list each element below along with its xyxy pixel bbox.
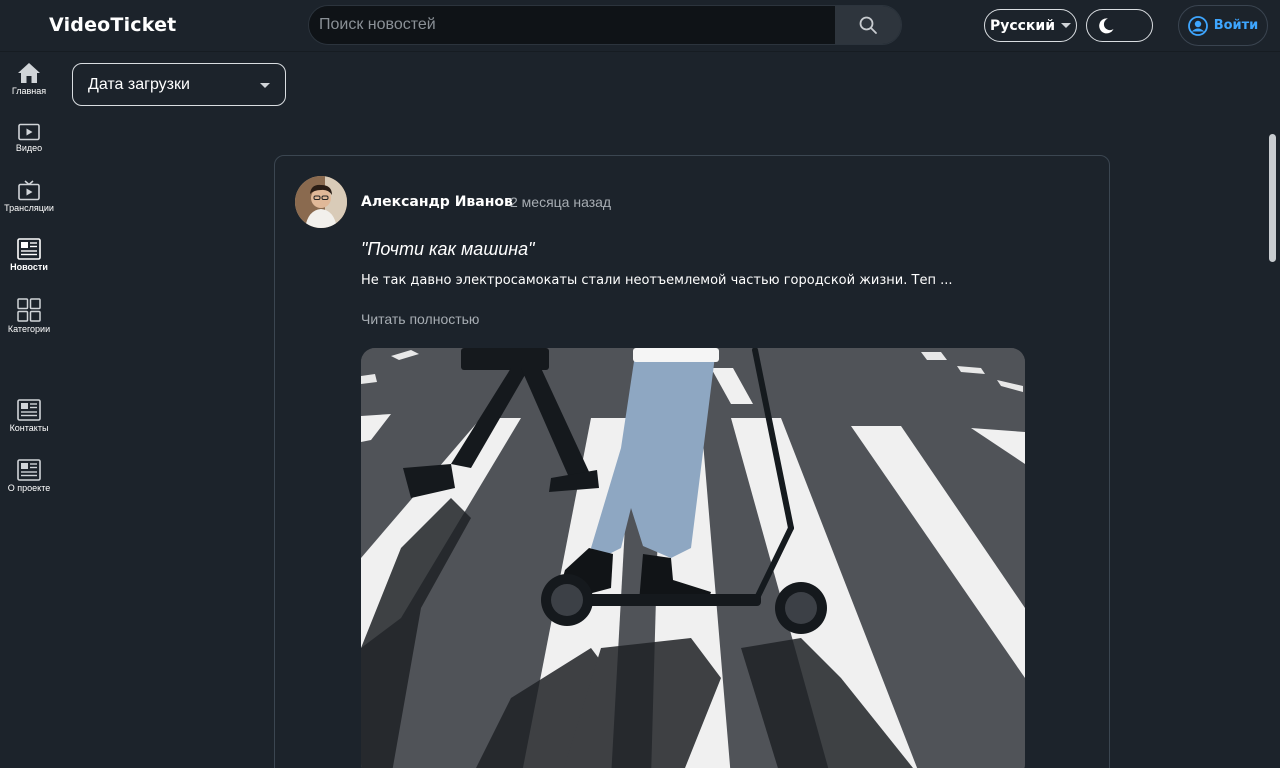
login-label: Войти bbox=[1213, 18, 1259, 33]
sort-dropdown[interactable]: Дата загрузки bbox=[72, 63, 286, 106]
sidebar-item-video[interactable]: Видео bbox=[0, 123, 58, 153]
sidebar-item-about[interactable]: О проекте bbox=[0, 459, 58, 493]
chevron-down-icon bbox=[1061, 23, 1072, 28]
newspaper-icon bbox=[17, 238, 41, 260]
top-header: VideoTicket Русский Войти bbox=[0, 0, 1280, 52]
user-circle-icon bbox=[1187, 15, 1208, 36]
grid-icon bbox=[17, 298, 41, 322]
sidebar-item-label: Главная bbox=[11, 86, 47, 96]
sidebar-item-news[interactable]: Новости bbox=[0, 238, 58, 272]
home-icon bbox=[18, 63, 40, 83]
newspaper-icon bbox=[17, 399, 41, 421]
theme-toggle[interactable] bbox=[1086, 9, 1153, 42]
sidebar-item-home[interactable]: Главная bbox=[0, 62, 58, 96]
post-excerpt: Не так давно электросамокаты стали неотъ… bbox=[361, 273, 953, 288]
moon-icon bbox=[1099, 17, 1114, 33]
app-logo[interactable]: VideoTicket bbox=[49, 14, 176, 36]
search-bar bbox=[308, 5, 902, 45]
page-scrollbar[interactable] bbox=[1269, 134, 1276, 262]
sidebar-item-streams[interactable]: Трансляции bbox=[0, 180, 58, 213]
avatar[interactable] bbox=[295, 176, 347, 228]
tv-icon bbox=[18, 180, 40, 201]
author-name[interactable]: Александр Иванов bbox=[361, 194, 513, 210]
sort-selected-value: Дата загрузки bbox=[88, 75, 190, 93]
scooter-crosswalk-photo bbox=[361, 348, 1025, 768]
search-input[interactable] bbox=[309, 6, 835, 44]
sidebar-item-label: Видео bbox=[15, 143, 43, 153]
language-label: Русский bbox=[989, 17, 1056, 34]
post-timestamp: 2 месяца назад bbox=[510, 194, 612, 210]
post-image[interactable] bbox=[361, 348, 1025, 768]
newspaper-icon bbox=[17, 459, 41, 481]
chevron-down-icon bbox=[260, 83, 270, 88]
video-icon bbox=[18, 123, 40, 141]
sidebar-item-label: Контакты bbox=[9, 423, 49, 433]
sidebar-item-contacts[interactable]: Контакты bbox=[0, 399, 58, 433]
avatar-image bbox=[295, 176, 347, 228]
search-icon bbox=[859, 16, 877, 34]
news-card: Александр Иванов 2 месяца назад "Почти к… bbox=[274, 155, 1110, 768]
read-more-link[interactable]: Читать полностью bbox=[361, 311, 479, 327]
sidebar-item-label: О проекте bbox=[7, 483, 51, 493]
sidebar-item-categories[interactable]: Категории bbox=[0, 298, 58, 334]
sidebar-item-label: Трансляции bbox=[4, 203, 54, 213]
sidebar: Главная Видео Трансляции Новости Категор… bbox=[0, 52, 58, 768]
language-select[interactable]: Русский bbox=[984, 9, 1077, 42]
sidebar-item-label: Новости bbox=[10, 262, 48, 272]
post-title[interactable]: "Почти как машина" bbox=[361, 239, 535, 260]
sidebar-item-label: Категории bbox=[7, 324, 51, 334]
search-button[interactable] bbox=[835, 6, 901, 44]
login-button[interactable]: Войти bbox=[1178, 5, 1268, 46]
